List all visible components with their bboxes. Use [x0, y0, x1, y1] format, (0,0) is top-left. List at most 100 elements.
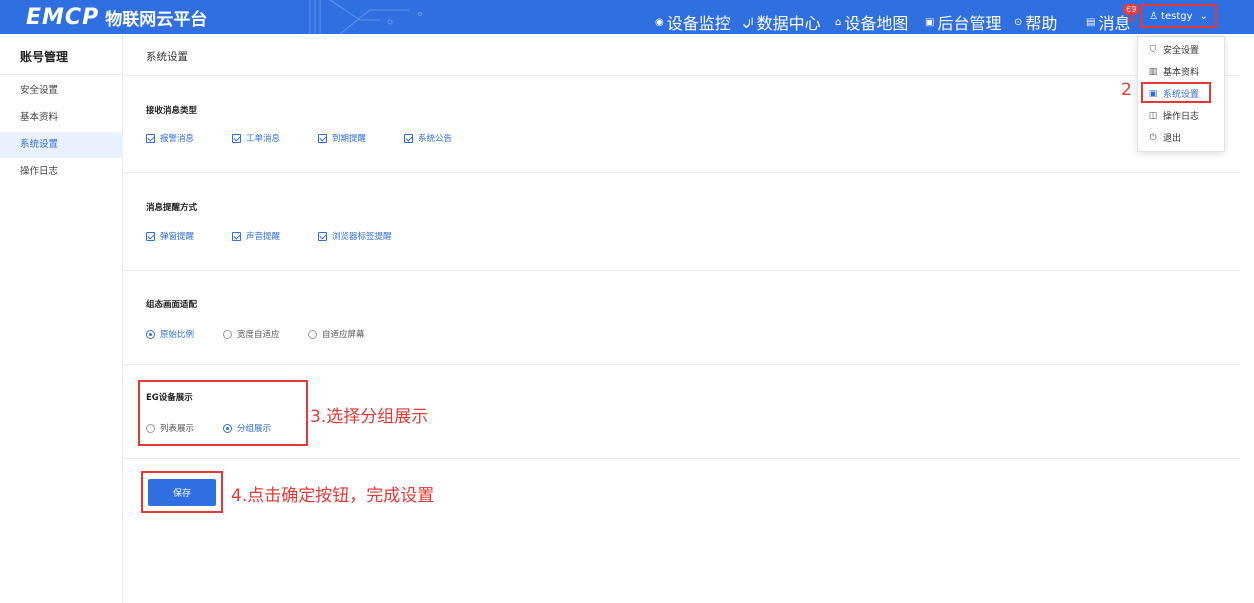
option-label: 原始比例	[160, 330, 195, 340]
section-title-message-types: 接收消息类型	[146, 106, 198, 116]
checkbox-checked-icon	[318, 133, 327, 143]
nav-label: 数据中心	[756, 14, 821, 33]
checkbox-checked-icon	[404, 133, 413, 143]
top-navigation-bar: EMCP 物联网云平台 ◉ 设备监控 ⌄ ıl 数据中心 ⌂ 设备地图 ▣ 后台…	[0, 0, 1254, 34]
nav-messages[interactable]: ▤ 消息 69	[1086, 4, 1140, 34]
checkbox-checked-icon	[232, 231, 241, 241]
user-icon: ♙	[1149, 10, 1159, 22]
sidebar-item-operation-log[interactable]: 操作日志	[0, 159, 123, 185]
radio-list-display[interactable]: 列表展示	[146, 422, 194, 434]
bar-chart-icon: ıl	[748, 16, 754, 28]
dropdown-item-operation-log[interactable]: ◫ 操作日志	[1148, 109, 1200, 123]
divider	[0, 74, 123, 75]
radio-group-display[interactable]: 分组展示	[223, 422, 271, 434]
dropdown-item-system-settings[interactable]: ▣ 系统设置	[1148, 87, 1200, 101]
checkbox-checked-icon	[146, 231, 155, 241]
location-pin-icon: ◉	[655, 16, 664, 28]
checkbox-checked-icon	[232, 133, 241, 143]
emcp-logo: EMCP	[26, 4, 100, 30]
platform-name: 物联网云平台	[105, 9, 208, 30]
header-decoration	[309, 0, 422, 34]
dropdown-item-profile[interactable]: ▥ 基本资料	[1148, 65, 1200, 79]
monitor-icon: ▣	[925, 16, 935, 28]
user-menu-button[interactable]: ♙ testgy ⌄	[1140, 4, 1217, 28]
brand[interactable]: EMCP 物联网云平台	[26, 4, 207, 30]
annotation-step-4: 4.点击确定按钮，完成设置	[231, 486, 435, 506]
checkbox-checked-icon	[146, 133, 155, 143]
profile-card-icon: ▥	[1148, 66, 1158, 77]
help-icon: ⊙	[1014, 16, 1023, 28]
radio-unselected-icon	[146, 423, 155, 433]
section-title-eg-display: EG设备展示	[146, 393, 193, 403]
divider	[124, 364, 1240, 365]
nav-label: 设备监控	[666, 14, 731, 33]
page-title: 系统设置	[146, 51, 188, 63]
checkbox-sound-reminder[interactable]: 声音提醒	[232, 230, 280, 242]
nav-help[interactable]: ⊙ 帮助	[1014, 10, 1057, 34]
radio-unselected-icon	[223, 329, 232, 339]
monitor-icon: ▣	[1148, 88, 1158, 99]
radio-selected-icon	[146, 329, 155, 339]
dropdown-label: 基本资料	[1163, 68, 1200, 78]
nav-device-monitor[interactable]: ◉ 设备监控 ⌄	[655, 10, 753, 34]
main-content: 系统设置 接收消息类型 报警消息 工单消息 到期提醒 系统公告 消息提醒方式 弹…	[124, 34, 1254, 603]
dropdown-label: 安全设置	[1163, 46, 1200, 56]
radio-original-ratio[interactable]: 原始比例	[146, 328, 194, 340]
section-title-reminder-method: 消息提醒方式	[146, 203, 198, 213]
option-label: 工单消息	[246, 134, 281, 144]
dropdown-label: 退出	[1163, 134, 1182, 144]
nav-label: 帮助	[1025, 14, 1058, 33]
sidebar-title: 账号管理	[20, 50, 69, 64]
nav-data-center[interactable]: ıl 数据中心	[748, 10, 821, 34]
dropdown-item-logout[interactable]: ⏻ 退出	[1148, 131, 1182, 145]
option-label: 声音提醒	[246, 232, 281, 242]
annotation-step-2: 2	[1121, 80, 1132, 100]
radio-screen-adaptive[interactable]: 自适应屏幕	[308, 328, 365, 340]
checkbox-popup-reminder[interactable]: 弹窗提醒	[146, 230, 194, 242]
checkbox-work-order-message[interactable]: 工单消息	[232, 132, 280, 144]
checkbox-expiry-reminder[interactable]: 到期提醒	[318, 132, 366, 144]
dropdown-item-security[interactable]: ⛉ 安全设置	[1148, 43, 1200, 57]
sidebar: 账号管理 安全设置 基本资料 系统设置 操作日志	[0, 34, 123, 603]
sidebar-item-profile[interactable]: 基本资料	[0, 105, 123, 131]
nav-admin[interactable]: ▣ 后台管理	[925, 10, 1001, 34]
dropdown-label: 系统设置	[1163, 90, 1200, 100]
option-label: 宽度自适应	[237, 330, 280, 340]
user-dropdown-menu: ⛉ 安全设置 ▥ 基本资料 ▣ 系统设置 ◫ 操作日志 ⏻ 退出	[1137, 36, 1225, 152]
option-label: 报警消息	[160, 134, 195, 144]
option-label: 自适应屏幕	[322, 330, 365, 340]
divider	[124, 458, 1240, 459]
option-label: 弹窗提醒	[160, 232, 195, 242]
annotation-box-eg-display	[138, 380, 308, 446]
divider	[124, 172, 1240, 173]
dropdown-label: 操作日志	[1163, 112, 1200, 122]
nav-label: 设备地图	[844, 14, 909, 33]
power-icon: ⏻	[1149, 132, 1157, 143]
nav-device-map[interactable]: ⌂ 设备地图	[835, 10, 908, 34]
annotation-step-3: 3.选择分组展示	[310, 407, 429, 427]
divider	[124, 270, 1240, 271]
username: testgy	[1161, 10, 1193, 22]
nav-label: 后台管理	[937, 14, 1002, 33]
save-button[interactable]: 保存	[148, 479, 216, 506]
checkbox-system-notice[interactable]: 系统公告	[404, 132, 452, 144]
checkbox-browser-tab-reminder[interactable]: 浏览器标签提醒	[318, 230, 392, 242]
map-icon: ⌂	[835, 16, 842, 28]
radio-unselected-icon	[308, 329, 317, 339]
chevron-down-icon: ⌄	[1199, 10, 1208, 22]
divider	[124, 75, 1240, 76]
radio-width-adaptive[interactable]: 宽度自适应	[223, 328, 280, 340]
message-icon: ▤	[1086, 16, 1096, 28]
sidebar-item-security[interactable]: 安全设置	[0, 78, 123, 104]
checkbox-checked-icon	[318, 231, 327, 241]
option-label: 分组展示	[237, 424, 272, 434]
option-label: 系统公告	[418, 134, 453, 144]
radio-selected-icon	[223, 423, 232, 433]
annotation-step-1: 1	[1126, 6, 1137, 26]
checkbox-alarm-message[interactable]: 报警消息	[146, 132, 194, 144]
option-label: 列表展示	[160, 424, 195, 434]
sidebar-item-system-settings[interactable]: 系统设置	[0, 132, 123, 158]
section-title-screen-fit: 组态画面适配	[146, 300, 198, 310]
shield-icon: ⛉	[1149, 44, 1157, 55]
option-label: 到期提醒	[332, 134, 367, 144]
